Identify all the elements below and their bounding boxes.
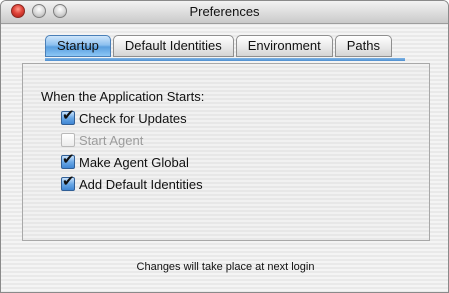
- tab-bar: Startup Default Identities Environment P…: [45, 35, 394, 59]
- make-agent-global-checkbox[interactable]: ✔: [61, 151, 75, 169]
- start-agent-checkbox: [61, 133, 75, 147]
- checkmark-icon: ✔: [62, 107, 75, 124]
- add-default-identities-option[interactable]: ✔ Add Default Identities: [61, 173, 203, 192]
- add-default-identities-checkbox[interactable]: ✔: [61, 173, 75, 191]
- check-for-updates-label[interactable]: Check for Updates: [79, 111, 187, 126]
- start-agent-label: Start Agent: [79, 132, 144, 148]
- checkmark-icon: ✔: [62, 173, 75, 190]
- tab-startup[interactable]: Startup: [45, 35, 111, 57]
- make-agent-global-label[interactable]: Make Agent Global: [79, 155, 189, 170]
- make-agent-global-option[interactable]: ✔ Make Agent Global: [61, 151, 189, 170]
- tab-default-identities[interactable]: Default Identities: [112, 35, 234, 57]
- footer-note: Changes will take place at next login: [136, 261, 315, 273]
- title-bar[interactable]: Preferences: [1, 1, 448, 24]
- preferences-window: Preferences Startup Default Identities E…: [0, 0, 449, 293]
- tab-environment[interactable]: Environment: [235, 35, 333, 57]
- checkmark-icon: ✔: [62, 151, 75, 168]
- startup-heading: When the Application Starts:: [41, 89, 205, 104]
- tab-paths[interactable]: Paths: [334, 35, 392, 57]
- add-default-identities-label[interactable]: Add Default Identities: [79, 177, 203, 192]
- check-for-updates-option[interactable]: ✔ Check for Updates: [61, 107, 187, 126]
- check-for-updates-checkbox[interactable]: ✔: [61, 107, 75, 125]
- window-title: Preferences: [189, 4, 260, 19]
- start-agent-option: Start Agent: [61, 132, 143, 148]
